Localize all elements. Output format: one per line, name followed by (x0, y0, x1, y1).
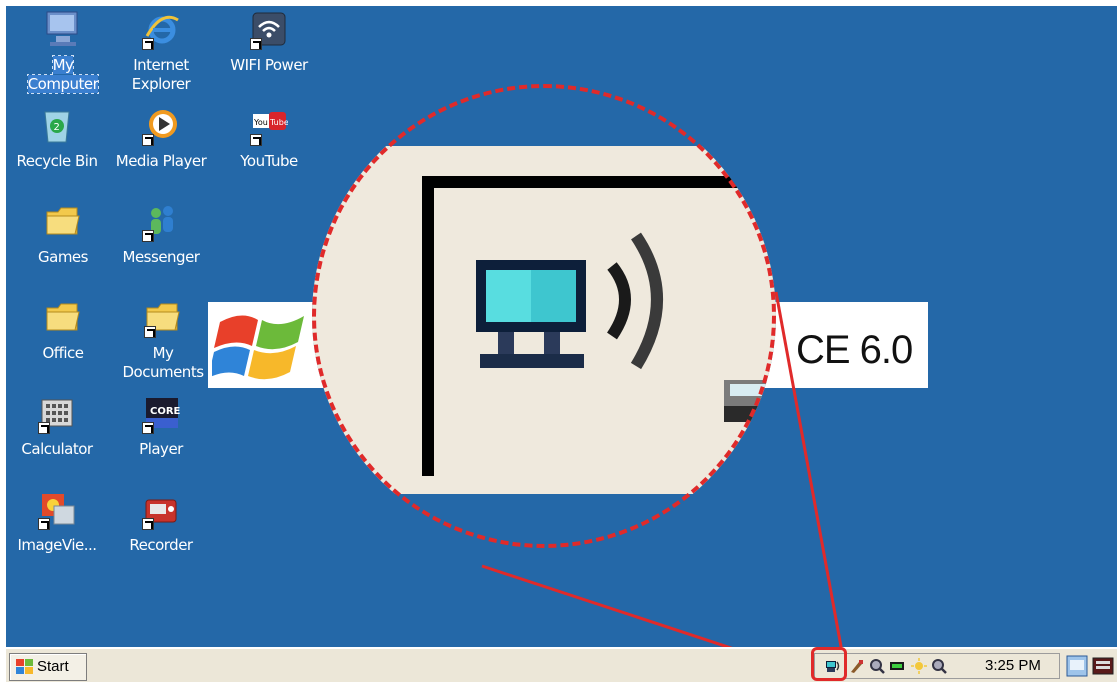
show-desktop-icon[interactable] (1066, 655, 1088, 677)
system-tray: 3:25 PM (814, 653, 1060, 679)
windows-flag-icon (16, 659, 33, 674)
search-magnifier-icon[interactable] (869, 658, 885, 674)
tray-highlight-box (811, 647, 847, 681)
taskbar: Start 3:25 PM (6, 647, 1117, 682)
brightness-icon[interactable] (911, 658, 927, 674)
clock[interactable]: 3:25 PM (985, 654, 1041, 678)
start-button[interactable]: Start (9, 653, 87, 681)
start-label: Start (37, 658, 69, 675)
search-magnifier-icon[interactable] (931, 658, 947, 674)
annotation-pointer-lines (481, 291, 844, 678)
pen-input-icon[interactable] (849, 658, 865, 674)
desktop: My Computer 2 Recycle Bin Games Office C… (6, 6, 1117, 682)
keyboard-input-icon[interactable] (1092, 655, 1114, 677)
battery-icon[interactable] (889, 658, 905, 674)
